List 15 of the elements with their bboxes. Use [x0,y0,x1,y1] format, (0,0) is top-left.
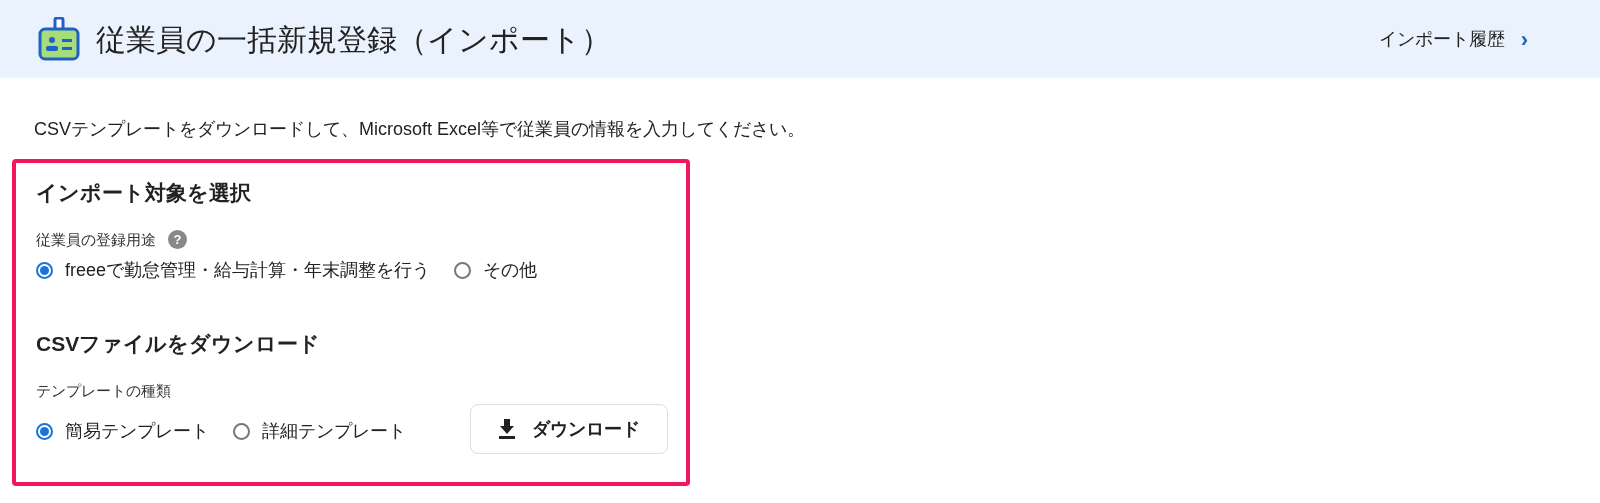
import-history-link[interactable]: インポート履歴 › [1378,22,1528,56]
radio-option[interactable]: 簡易テンプレート [36,417,209,445]
radio-option[interactable]: freeeで勤怠管理・給与計算・年末調整を行う [36,257,431,284]
page-title: 従業員の一括新規登録（インポート） [96,21,611,58]
description-text: CSVテンプレートをダウンロードして、Microsoft Excel等で従業員の情報を入力してください。 [34,118,807,141]
field-label: 従業員の登録用途 [36,229,156,250]
field-label: テンプレートの種類 [36,380,171,401]
download-button[interactable]: ダウンロード [470,404,668,454]
section-heading: CSVファイルをダウンロード [36,331,322,357]
section-heading: インポート対象を選択 [36,180,252,206]
id-badge-icon [38,17,80,61]
help-icon[interactable]: ? [168,230,187,250]
download-icon [498,419,516,439]
radio-option[interactable]: 詳細テンプレート [233,417,406,445]
radio-option[interactable]: その他 [454,257,538,284]
